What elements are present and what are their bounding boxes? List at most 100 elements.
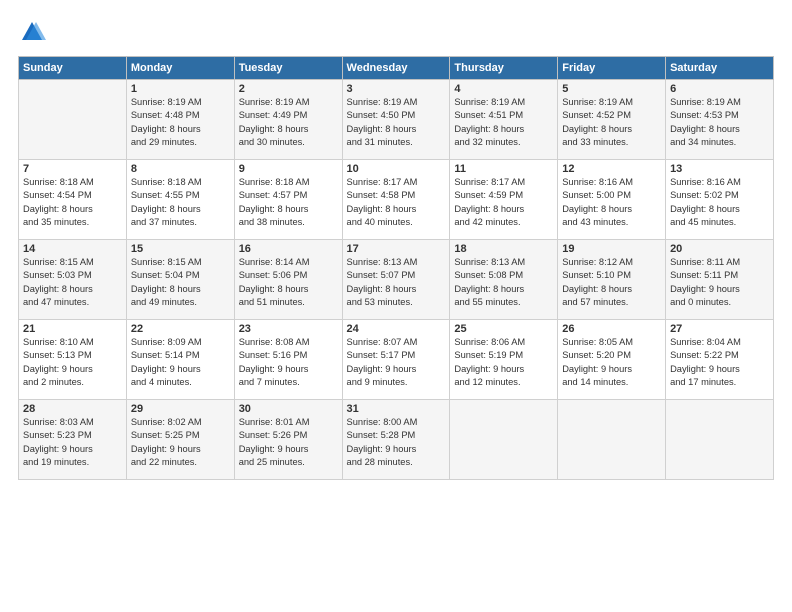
calendar-cell: 1Sunrise: 8:19 AMSunset: 4:48 PMDaylight… [126, 80, 234, 160]
week-row-3: 14Sunrise: 8:15 AMSunset: 5:03 PMDayligh… [19, 240, 774, 320]
day-number: 15 [131, 243, 230, 255]
logo-icon [18, 18, 46, 46]
calendar-cell: 16Sunrise: 8:14 AMSunset: 5:06 PMDayligh… [234, 240, 342, 320]
col-header-monday: Monday [126, 57, 234, 80]
calendar-cell: 2Sunrise: 8:19 AMSunset: 4:49 PMDaylight… [234, 80, 342, 160]
day-number: 17 [347, 243, 446, 255]
calendar-cell: 13Sunrise: 8:16 AMSunset: 5:02 PMDayligh… [666, 160, 774, 240]
day-number: 24 [347, 323, 446, 335]
day-number: 29 [131, 403, 230, 415]
day-number: 28 [23, 403, 122, 415]
calendar-cell: 4Sunrise: 8:19 AMSunset: 4:51 PMDaylight… [450, 80, 558, 160]
day-number: 6 [670, 83, 769, 95]
calendar-cell: 22Sunrise: 8:09 AMSunset: 5:14 PMDayligh… [126, 320, 234, 400]
day-number: 30 [239, 403, 338, 415]
calendar-cell: 9Sunrise: 8:18 AMSunset: 4:57 PMDaylight… [234, 160, 342, 240]
calendar-cell: 14Sunrise: 8:15 AMSunset: 5:03 PMDayligh… [19, 240, 127, 320]
day-info: Sunrise: 8:05 AMSunset: 5:20 PMDaylight:… [562, 336, 661, 390]
day-info: Sunrise: 8:07 AMSunset: 5:17 PMDaylight:… [347, 336, 446, 390]
calendar-cell [666, 400, 774, 480]
day-info: Sunrise: 8:19 AMSunset: 4:51 PMDaylight:… [454, 96, 553, 150]
day-number: 19 [562, 243, 661, 255]
calendar-cell: 8Sunrise: 8:18 AMSunset: 4:55 PMDaylight… [126, 160, 234, 240]
day-info: Sunrise: 8:02 AMSunset: 5:25 PMDaylight:… [131, 416, 230, 470]
day-info: Sunrise: 8:14 AMSunset: 5:06 PMDaylight:… [239, 256, 338, 310]
calendar-cell: 5Sunrise: 8:19 AMSunset: 4:52 PMDaylight… [558, 80, 666, 160]
day-info: Sunrise: 8:11 AMSunset: 5:11 PMDaylight:… [670, 256, 769, 310]
col-header-thursday: Thursday [450, 57, 558, 80]
col-header-saturday: Saturday [666, 57, 774, 80]
day-number: 2 [239, 83, 338, 95]
calendar-cell: 12Sunrise: 8:16 AMSunset: 5:00 PMDayligh… [558, 160, 666, 240]
day-number: 13 [670, 163, 769, 175]
calendar-cell: 15Sunrise: 8:15 AMSunset: 5:04 PMDayligh… [126, 240, 234, 320]
calendar-cell: 30Sunrise: 8:01 AMSunset: 5:26 PMDayligh… [234, 400, 342, 480]
calendar-cell: 6Sunrise: 8:19 AMSunset: 4:53 PMDaylight… [666, 80, 774, 160]
calendar-cell: 19Sunrise: 8:12 AMSunset: 5:10 PMDayligh… [558, 240, 666, 320]
header [18, 18, 774, 46]
day-number: 27 [670, 323, 769, 335]
day-number: 7 [23, 163, 122, 175]
page: SundayMondayTuesdayWednesdayThursdayFrid… [0, 0, 792, 612]
day-number: 3 [347, 83, 446, 95]
day-info: Sunrise: 8:06 AMSunset: 5:19 PMDaylight:… [454, 336, 553, 390]
header-row: SundayMondayTuesdayWednesdayThursdayFrid… [19, 57, 774, 80]
day-number: 12 [562, 163, 661, 175]
col-header-friday: Friday [558, 57, 666, 80]
calendar-cell: 10Sunrise: 8:17 AMSunset: 4:58 PMDayligh… [342, 160, 450, 240]
day-number: 11 [454, 163, 553, 175]
day-info: Sunrise: 8:19 AMSunset: 4:48 PMDaylight:… [131, 96, 230, 150]
col-header-tuesday: Tuesday [234, 57, 342, 80]
day-info: Sunrise: 8:19 AMSunset: 4:52 PMDaylight:… [562, 96, 661, 150]
day-number: 25 [454, 323, 553, 335]
calendar-cell: 18Sunrise: 8:13 AMSunset: 5:08 PMDayligh… [450, 240, 558, 320]
day-info: Sunrise: 8:00 AMSunset: 5:28 PMDaylight:… [347, 416, 446, 470]
day-number: 23 [239, 323, 338, 335]
calendar-cell: 7Sunrise: 8:18 AMSunset: 4:54 PMDaylight… [19, 160, 127, 240]
day-number: 21 [23, 323, 122, 335]
calendar-cell: 29Sunrise: 8:02 AMSunset: 5:25 PMDayligh… [126, 400, 234, 480]
calendar-cell: 31Sunrise: 8:00 AMSunset: 5:28 PMDayligh… [342, 400, 450, 480]
day-number: 14 [23, 243, 122, 255]
calendar-cell: 17Sunrise: 8:13 AMSunset: 5:07 PMDayligh… [342, 240, 450, 320]
week-row-4: 21Sunrise: 8:10 AMSunset: 5:13 PMDayligh… [19, 320, 774, 400]
day-info: Sunrise: 8:18 AMSunset: 4:54 PMDaylight:… [23, 176, 122, 230]
day-number: 31 [347, 403, 446, 415]
calendar-cell: 23Sunrise: 8:08 AMSunset: 5:16 PMDayligh… [234, 320, 342, 400]
col-header-sunday: Sunday [19, 57, 127, 80]
day-info: Sunrise: 8:13 AMSunset: 5:08 PMDaylight:… [454, 256, 553, 310]
day-number: 8 [131, 163, 230, 175]
calendar-cell [558, 400, 666, 480]
day-info: Sunrise: 8:17 AMSunset: 4:59 PMDaylight:… [454, 176, 553, 230]
col-header-wednesday: Wednesday [342, 57, 450, 80]
day-info: Sunrise: 8:13 AMSunset: 5:07 PMDaylight:… [347, 256, 446, 310]
day-info: Sunrise: 8:09 AMSunset: 5:14 PMDaylight:… [131, 336, 230, 390]
day-info: Sunrise: 8:10 AMSunset: 5:13 PMDaylight:… [23, 336, 122, 390]
calendar-cell: 3Sunrise: 8:19 AMSunset: 4:50 PMDaylight… [342, 80, 450, 160]
calendar-cell: 24Sunrise: 8:07 AMSunset: 5:17 PMDayligh… [342, 320, 450, 400]
day-info: Sunrise: 8:01 AMSunset: 5:26 PMDaylight:… [239, 416, 338, 470]
week-row-1: 1Sunrise: 8:19 AMSunset: 4:48 PMDaylight… [19, 80, 774, 160]
calendar-body: 1Sunrise: 8:19 AMSunset: 4:48 PMDaylight… [19, 80, 774, 480]
day-info: Sunrise: 8:04 AMSunset: 5:22 PMDaylight:… [670, 336, 769, 390]
calendar-cell: 21Sunrise: 8:10 AMSunset: 5:13 PMDayligh… [19, 320, 127, 400]
calendar-table: SundayMondayTuesdayWednesdayThursdayFrid… [18, 56, 774, 480]
calendar-cell: 27Sunrise: 8:04 AMSunset: 5:22 PMDayligh… [666, 320, 774, 400]
calendar-cell: 28Sunrise: 8:03 AMSunset: 5:23 PMDayligh… [19, 400, 127, 480]
day-info: Sunrise: 8:16 AMSunset: 5:00 PMDaylight:… [562, 176, 661, 230]
calendar-cell [450, 400, 558, 480]
day-info: Sunrise: 8:18 AMSunset: 4:55 PMDaylight:… [131, 176, 230, 230]
day-info: Sunrise: 8:16 AMSunset: 5:02 PMDaylight:… [670, 176, 769, 230]
day-number: 22 [131, 323, 230, 335]
day-info: Sunrise: 8:08 AMSunset: 5:16 PMDaylight:… [239, 336, 338, 390]
calendar-cell: 20Sunrise: 8:11 AMSunset: 5:11 PMDayligh… [666, 240, 774, 320]
day-info: Sunrise: 8:12 AMSunset: 5:10 PMDaylight:… [562, 256, 661, 310]
calendar-cell [19, 80, 127, 160]
day-number: 18 [454, 243, 553, 255]
day-number: 10 [347, 163, 446, 175]
week-row-2: 7Sunrise: 8:18 AMSunset: 4:54 PMDaylight… [19, 160, 774, 240]
calendar-header: SundayMondayTuesdayWednesdayThursdayFrid… [19, 57, 774, 80]
day-info: Sunrise: 8:15 AMSunset: 5:04 PMDaylight:… [131, 256, 230, 310]
day-number: 1 [131, 83, 230, 95]
day-info: Sunrise: 8:18 AMSunset: 4:57 PMDaylight:… [239, 176, 338, 230]
